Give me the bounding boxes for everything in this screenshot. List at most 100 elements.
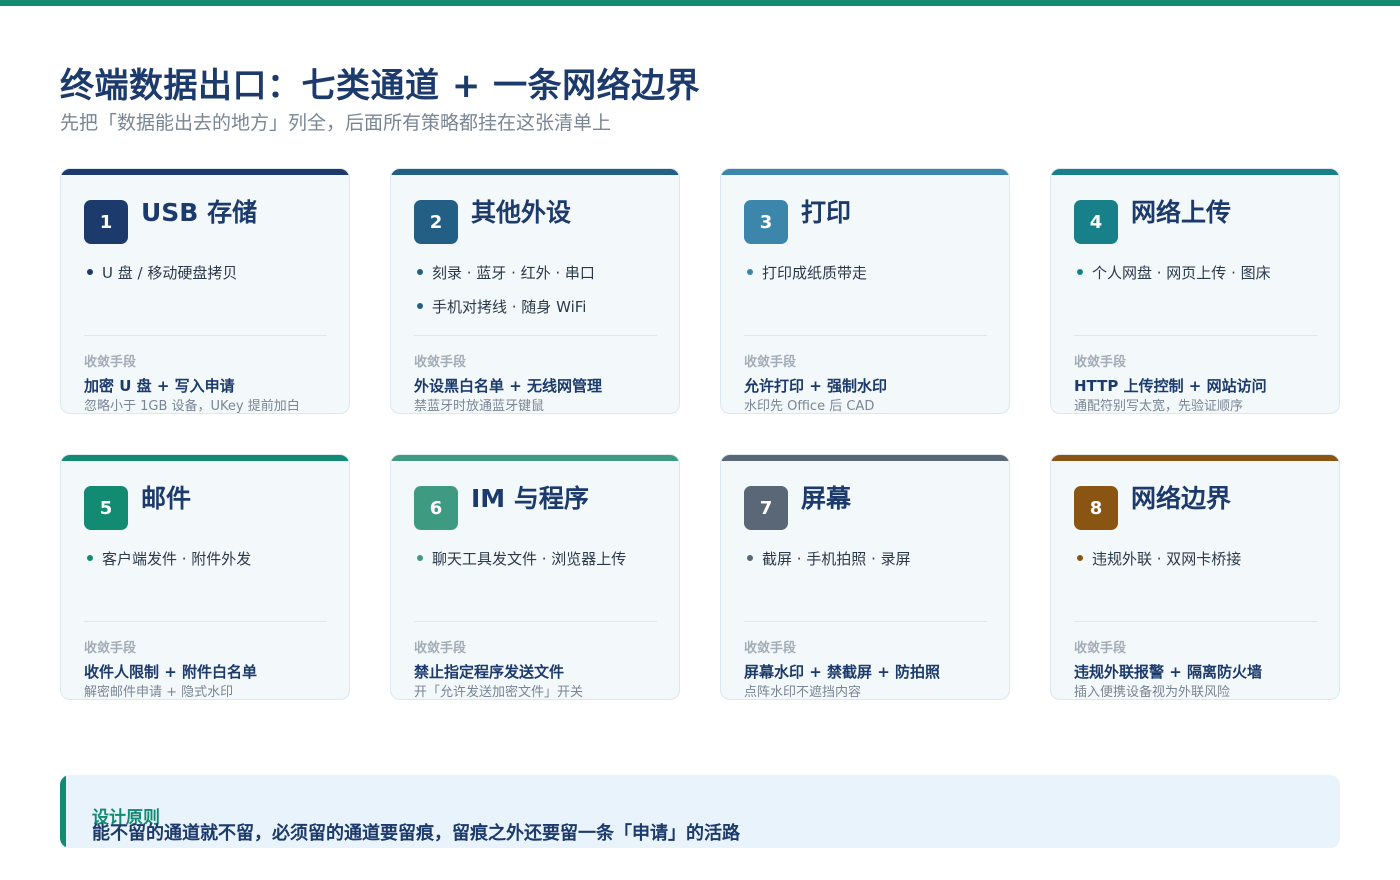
card-number-badge: 6 <box>414 486 458 530</box>
card-divider <box>1074 335 1317 336</box>
channel-card-2: 2 其他外设刻录 · 蓝牙 · 红外 · 串口 手机对拷线 · 随身 WiFi 收敛手… <box>390 168 680 414</box>
card-bullet-item: 违规外联 · 双网卡桥接 <box>1075 549 1325 583</box>
channel-card-8: 8 网络边界 违规外联 · 双网卡桥接 收敛手段 违规外联报警 + 隔离防火墙 插入便携设… <box>1050 454 1340 700</box>
card-bullet-item: 客户端发件 · 附件外发 <box>85 549 335 583</box>
card-bullet-list: 个人网盘 · 网页上传 · 图床 <box>1075 263 1325 297</box>
means-note: 水印先 Office 后 CAD <box>744 399 875 414</box>
means-note: 禁蓝牙时放通蓝牙键鼠 <box>414 399 545 414</box>
means-text: HTTP 上传控制 + 网站访问 <box>1074 377 1267 395</box>
card-title: 打印 <box>801 198 852 227</box>
means-note: 通配符别写太宽，先验证顺序 <box>1074 399 1244 414</box>
bullet-text: 手机对拷线 · 随身 WiFi <box>432 298 587 316</box>
channel-card-6: 6 IM 与程序聊天工具发文件 · 浏览器上传收敛手段禁止指定程序发送文件开「允许… <box>390 454 680 700</box>
card-number-badge: 1 <box>84 200 128 244</box>
bullet-text: 客户端发件 · 附件外发 <box>102 550 252 568</box>
channel-card-7: 7 屏幕 截屏 · 手机拍照 · 录屏 收敛手段 屏幕水印 + 禁截屏 + 防拍照 点阵水… <box>720 454 1010 700</box>
card-accent-bar <box>1051 169 1339 175</box>
means-note: 开「允许发送加密文件」开关 <box>414 685 584 700</box>
means-text: 允许打印 + 强制水印 <box>744 377 888 395</box>
bullet-text: U 盘 / 移动硬盘拷贝 <box>102 264 238 282</box>
means-note: 忽略小于 1GB 设备，UKey 提前加白 <box>84 399 300 414</box>
bullet-text: 聊天工具发文件 · 浏览器上传 <box>432 550 627 568</box>
card-divider <box>744 621 987 622</box>
card-bullet-item: 打印成纸质带走 <box>745 263 995 297</box>
channel-card-5: 5 邮件客户端发件 · 附件外发收敛手段收件人限制 + 附件白名单 解密邮件申请 +… <box>60 454 350 700</box>
card-bullet-item: 刻录 · 蓝牙 · 红外 · 串口 <box>415 263 665 297</box>
means-text: 屏幕水印 + 禁截屏 + 防拍照 <box>744 663 941 681</box>
card-accent-bar <box>61 455 349 461</box>
card-number-badge: 5 <box>84 486 128 530</box>
card-divider <box>414 335 657 336</box>
bullet-dot-icon <box>417 303 423 309</box>
principle-text: 能不留的通道就不留，必须留的通道要留痕，留痕之外还要留一条「申请」的活路 <box>92 823 740 844</box>
means-label: 收敛手段 <box>744 355 797 370</box>
means-label: 收敛手段 <box>1074 641 1127 656</box>
card-title: USB 存储 <box>141 198 258 227</box>
means-text: 禁止指定程序发送文件 <box>414 663 565 681</box>
card-bullet-list: 违规外联 · 双网卡桥接 <box>1075 549 1325 583</box>
top-accent-bar <box>0 0 1400 6</box>
bullet-text: 截屏 · 手机拍照 · 录屏 <box>762 550 911 568</box>
means-note: 插入便携设备视为外联风险 <box>1074 685 1231 700</box>
card-divider <box>84 621 327 622</box>
means-label: 收敛手段 <box>414 355 467 370</box>
channel-card-4: 4 网络上传个人网盘 · 网页上传 · 图床收敛手段 HTTP 上传控制 + 网站访… <box>1050 168 1340 414</box>
card-title: 网络上传 <box>1131 198 1232 227</box>
card-title: 屏幕 <box>801 484 852 513</box>
means-text: 违规外联报警 + 隔离防火墙 <box>1074 663 1263 681</box>
card-bullet-list: 刻录 · 蓝牙 · 红外 · 串口 手机对拷线 · 随身 WiFi <box>415 263 665 331</box>
bullet-text: 违规外联 · 双网卡桥接 <box>1092 550 1242 568</box>
means-text: 外设黑白名单 + 无线网管理 <box>414 377 603 395</box>
bullet-text: 个人网盘 · 网页上传 · 图床 <box>1092 264 1271 282</box>
card-accent-bar <box>721 169 1009 175</box>
bullet-dot-icon <box>1077 269 1083 275</box>
principle-accent-bar <box>60 775 66 848</box>
bullet-dot-icon <box>417 555 423 561</box>
channel-card-3: 3 打印打印成纸质带走收敛手段允许打印 + 强制水印 水印先 Office 后 CA… <box>720 168 1010 414</box>
bullet-dot-icon <box>417 269 423 275</box>
bullet-dot-icon <box>747 269 753 275</box>
card-bullet-item: 聊天工具发文件 · 浏览器上传 <box>415 549 665 583</box>
channel-card-1: 1 USB 存储 U 盘 / 移动硬盘拷贝收敛手段加密 U 盘 + 写入申请忽略小于… <box>60 168 350 414</box>
bullet-dot-icon <box>87 269 93 275</box>
card-divider <box>1074 621 1317 622</box>
card-bullet-item: U 盘 / 移动硬盘拷贝 <box>85 263 335 297</box>
bullet-dot-icon <box>1077 555 1083 561</box>
card-number-badge: 4 <box>1074 200 1118 244</box>
card-bullet-list: 客户端发件 · 附件外发 <box>85 549 335 583</box>
card-accent-bar <box>391 169 679 175</box>
card-divider <box>84 335 327 336</box>
card-bullet-list: 聊天工具发文件 · 浏览器上传 <box>415 549 665 583</box>
card-number-badge: 8 <box>1074 486 1118 530</box>
card-bullet-list: 打印成纸质带走 <box>745 263 995 297</box>
card-number-badge: 3 <box>744 200 788 244</box>
means-label: 收敛手段 <box>1074 355 1127 370</box>
card-number-badge: 7 <box>744 486 788 530</box>
card-title: 其他外设 <box>471 198 572 227</box>
page-subtitle: 先把「数据能出去的地方」列全，后面所有策略都挂在这张清单上 <box>60 112 612 134</box>
means-label: 收敛手段 <box>84 641 137 656</box>
card-accent-bar <box>1051 455 1339 461</box>
card-title: 邮件 <box>141 484 192 513</box>
means-text: 加密 U 盘 + 写入申请 <box>84 377 235 395</box>
card-bullet-item: 手机对拷线 · 随身 WiFi <box>415 297 665 331</box>
card-divider <box>414 621 657 622</box>
means-label: 收敛手段 <box>414 641 467 656</box>
design-principle-panel: 设计原则 能不留的通道就不留，必须留的通道要留痕，留痕之外还要留一条「申请」的活… <box>60 775 1340 848</box>
means-note: 点阵水印不遮挡内容 <box>744 685 862 700</box>
bullet-text: 刻录 · 蓝牙 · 红外 · 串口 <box>432 264 595 282</box>
means-text: 收件人限制 + 附件白名单 <box>84 663 258 681</box>
means-note: 解密邮件申请 + 隐式水印 <box>84 685 234 700</box>
bullet-dot-icon <box>87 555 93 561</box>
card-bullet-item: 截屏 · 手机拍照 · 录屏 <box>745 549 995 583</box>
page-title: 终端数据出口：七类通道 + 一条网络边界 <box>60 66 701 106</box>
card-number-badge: 2 <box>414 200 458 244</box>
card-bullet-list: U 盘 / 移动硬盘拷贝 <box>85 263 335 297</box>
card-divider <box>744 335 987 336</box>
card-title: IM 与程序 <box>471 484 589 513</box>
card-accent-bar <box>721 455 1009 461</box>
card-bullet-list: 截屏 · 手机拍照 · 录屏 <box>745 549 995 583</box>
bullet-dot-icon <box>747 555 753 561</box>
means-label: 收敛手段 <box>84 355 137 370</box>
card-accent-bar <box>61 169 349 175</box>
